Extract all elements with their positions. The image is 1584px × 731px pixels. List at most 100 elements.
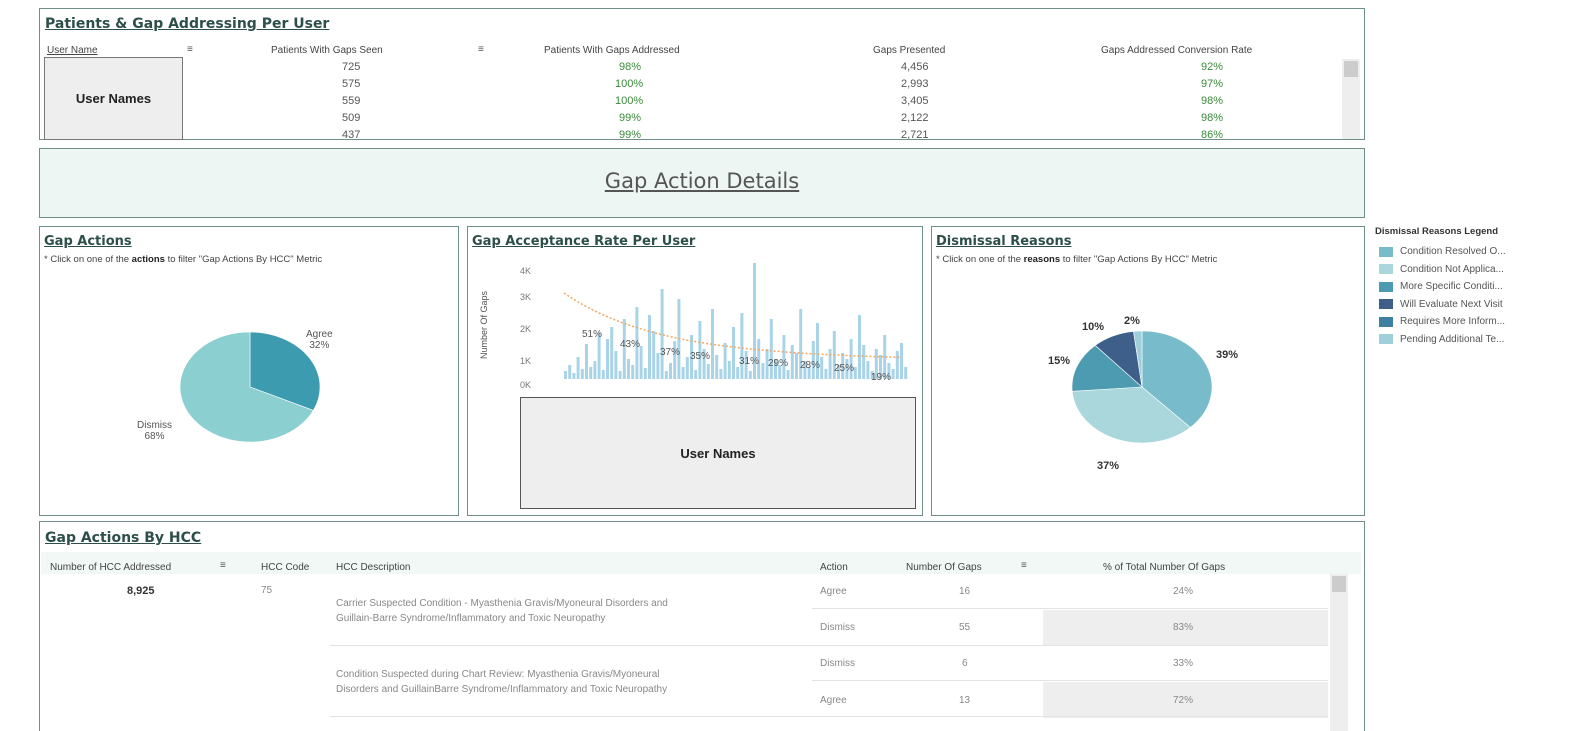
hcc-table-scrollbar[interactable] <box>1330 574 1348 731</box>
column-header-gaps-presented[interactable]: Gaps Presented <box>873 45 945 56</box>
acceptance-bar[interactable] <box>631 365 635 379</box>
acceptance-bar[interactable] <box>614 351 618 379</box>
acceptance-bar[interactable] <box>685 357 689 379</box>
acceptance-bar[interactable] <box>706 364 710 379</box>
acceptance-bar[interactable] <box>606 339 609 379</box>
acceptance-bar[interactable] <box>664 371 668 379</box>
column-header-hcc-description[interactable]: HCC Description <box>336 562 410 573</box>
acceptance-bar[interactable] <box>723 343 727 379</box>
acceptance-bar[interactable] <box>568 365 572 379</box>
acceptance-bar[interactable] <box>824 369 828 379</box>
column-header-percent-total[interactable]: % of Total Number Of Gaps <box>1103 562 1225 573</box>
legend-label: Condition Resolved O... <box>1400 246 1506 258</box>
acceptance-bar[interactable] <box>681 367 685 379</box>
table-scrollbar-thumb[interactable] <box>1344 61 1358 77</box>
acceptance-bar[interactable] <box>715 355 719 379</box>
agree-slice-label[interactable]: Agree 32% <box>306 329 333 351</box>
legend-item[interactable]: Pending Additional Te... <box>1373 331 1573 349</box>
column-header-number-of-gaps[interactable]: Number Of Gaps <box>906 562 982 573</box>
acceptance-bar[interactable] <box>853 367 857 379</box>
acceptance-bar[interactable] <box>698 321 702 379</box>
acceptance-bar[interactable] <box>669 363 672 379</box>
sort-icon[interactable]: ≡ <box>220 560 226 571</box>
hcc-table-scrollbar-thumb[interactable] <box>1332 576 1346 592</box>
acceptance-bar[interactable] <box>627 359 630 379</box>
acceptance-bar[interactable] <box>736 367 740 379</box>
sort-icon[interactable]: ≡ <box>187 44 193 55</box>
acceptance-bar[interactable] <box>891 369 895 379</box>
percent-total-cell: 24% <box>1173 586 1194 597</box>
user-names-placeholder[interactable]: User Names <box>520 397 916 509</box>
column-header-patients-addressed[interactable]: Patients With Gaps Addressed <box>544 45 680 56</box>
legend-item[interactable]: More Specific Conditi... <box>1373 278 1573 296</box>
acceptance-bar[interactable] <box>656 353 660 379</box>
acceptance-bar[interactable] <box>618 371 622 379</box>
legend-item[interactable]: Will Evaluate Next Visit <box>1373 296 1573 314</box>
row-divider <box>330 716 1328 717</box>
acceptance-bar[interactable] <box>589 367 593 379</box>
pie-slice-label[interactable]: 39% <box>1216 349 1238 361</box>
acceptance-bar[interactable] <box>786 370 790 379</box>
acceptance-bar[interactable] <box>564 371 567 379</box>
column-header-hcc-code[interactable]: HCC Code <box>261 562 309 573</box>
acceptance-bar[interactable] <box>858 315 861 379</box>
acceptance-bar[interactable] <box>601 370 605 379</box>
column-header-action[interactable]: Action <box>820 562 848 573</box>
sort-icon[interactable]: ≡ <box>478 44 484 55</box>
acceptance-bar[interactable] <box>761 363 765 379</box>
acceptance-bar[interactable] <box>660 289 664 379</box>
acceptance-bar[interactable] <box>895 351 899 379</box>
table-row[interactable]: 437 99% 2,721 86% <box>190 127 1340 139</box>
gaps-presented-cell: 2,721 <box>901 129 929 139</box>
acceptance-bar[interactable] <box>795 353 798 379</box>
acceptance-bar[interactable] <box>782 335 786 379</box>
acceptance-bar[interactable] <box>769 319 773 379</box>
column-header-user-name[interactable]: User Name <box>47 45 98 56</box>
legend-item[interactable]: Condition Resolved O... <box>1373 243 1573 261</box>
acceptance-bar[interactable] <box>866 361 870 379</box>
column-header-hcc-addressed[interactable]: Number of HCC Addressed <box>50 562 171 573</box>
legend-item[interactable]: Condition Not Applica... <box>1373 261 1573 279</box>
acceptance-bar[interactable] <box>828 349 832 379</box>
table-scrollbar[interactable] <box>1342 59 1360 139</box>
acceptance-bar[interactable] <box>862 345 866 379</box>
dismissal-reasons-legend: Dismissal Reasons Legend Condition Resol… <box>1373 226 1573 348</box>
acceptance-bar[interactable] <box>585 344 588 379</box>
percent-total-cell: 33% <box>1173 658 1194 669</box>
acceptance-bar[interactable] <box>719 369 723 379</box>
acceptance-bar[interactable] <box>820 357 824 379</box>
dismissal-reasons-title: Dismissal Reasons <box>936 234 1072 249</box>
acceptance-bar[interactable] <box>576 357 580 379</box>
patients-addressed-cell: 100% <box>615 95 644 107</box>
acceptance-bar[interactable] <box>643 368 647 379</box>
acceptance-bar[interactable] <box>740 313 744 379</box>
pie-slice-label[interactable]: 15% <box>1048 355 1070 367</box>
acceptance-bar[interactable] <box>610 327 614 379</box>
gap-actions-by-hcc-panel: Gap Actions By HCC Number of HCC Address… <box>39 521 1365 731</box>
acceptance-bar[interactable] <box>593 361 597 379</box>
acceptance-bar[interactable] <box>904 367 908 379</box>
acceptance-bar[interactable] <box>639 346 643 379</box>
acceptance-bar[interactable] <box>732 327 735 379</box>
acceptance-bar[interactable] <box>748 371 752 379</box>
acceptance-bar[interactable] <box>900 343 903 379</box>
gap-actions-panel: Gap Actions * Click on one of the action… <box>39 226 459 516</box>
sort-icon[interactable]: ≡ <box>1021 560 1027 571</box>
dismiss-slice-label[interactable]: Dismiss 68% <box>137 420 172 442</box>
acceptance-bar[interactable] <box>694 370 698 379</box>
pie-slice-label[interactable]: 37% <box>1097 460 1119 472</box>
user-names-placeholder[interactable]: User Names <box>44 57 183 140</box>
patients-seen-cell: 725 <box>342 61 361 73</box>
acceptance-bar[interactable] <box>790 345 794 379</box>
hcc-description-cell: Carrier Suspected Condition - Myasthenia… <box>336 598 668 624</box>
acceptance-bar[interactable] <box>572 373 576 379</box>
column-header-conversion-rate[interactable]: Gaps Addressed Conversion Rate <box>1101 45 1252 56</box>
acceptance-bar[interactable] <box>648 315 651 379</box>
pie-slice-label[interactable]: 10% <box>1082 321 1104 333</box>
column-header-patients-seen[interactable]: Patients With Gaps Seen <box>271 45 383 56</box>
acceptance-bar[interactable] <box>652 331 656 379</box>
acceptance-bar[interactable] <box>727 361 731 379</box>
acceptance-bar[interactable] <box>580 369 584 379</box>
pie-slice-label[interactable]: 2% <box>1124 315 1140 327</box>
legend-item[interactable]: Requires More Inform... <box>1373 313 1573 331</box>
